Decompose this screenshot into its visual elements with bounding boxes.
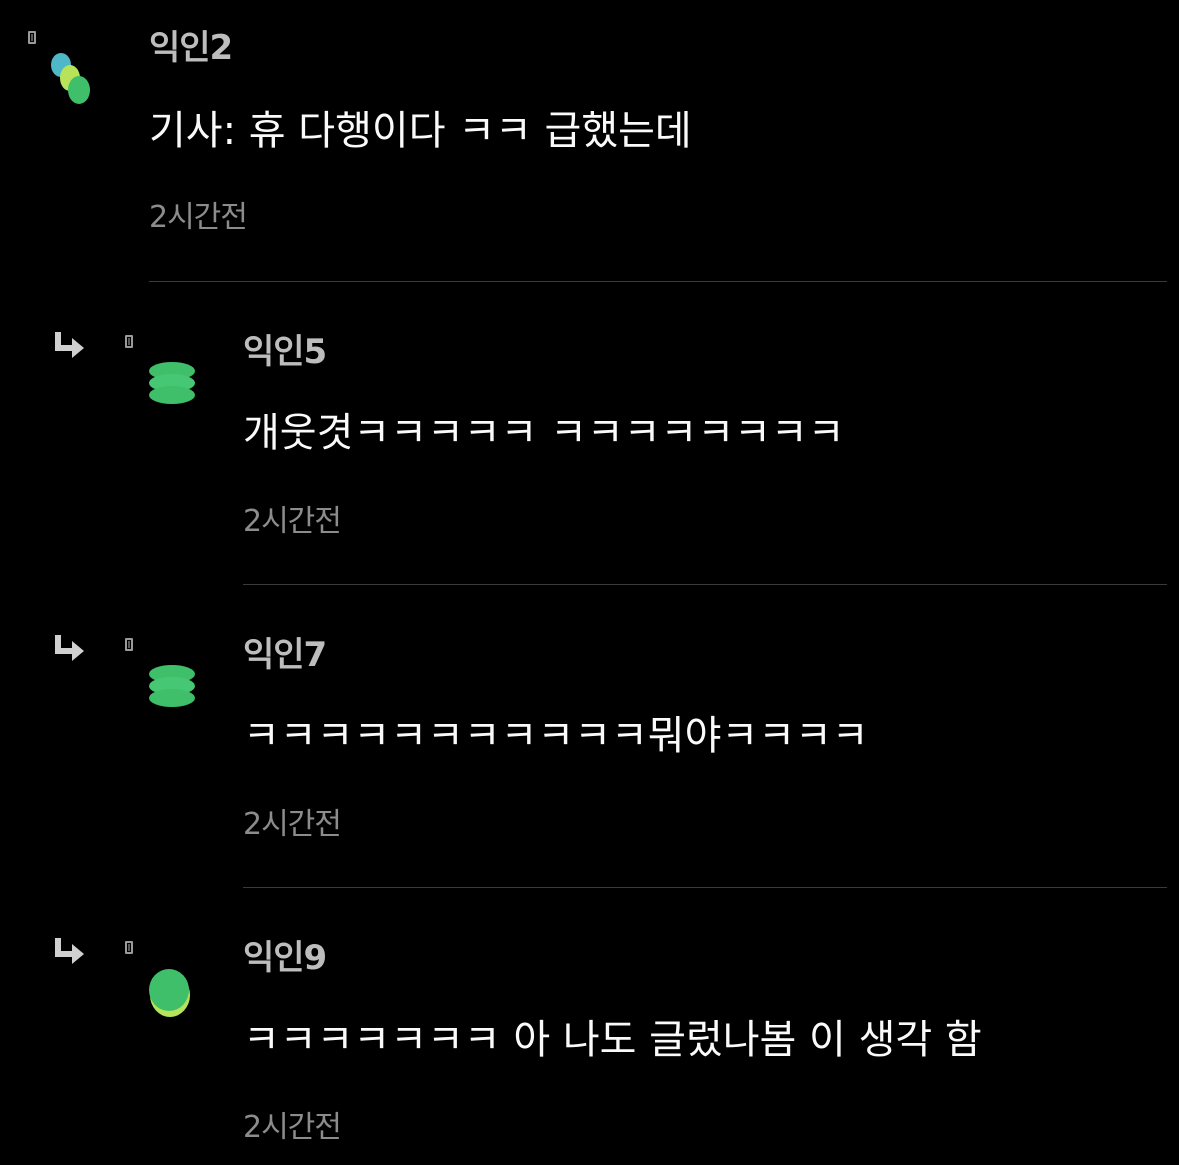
avatar-icon[interactable] [146, 663, 198, 711]
checkbox-icon[interactable] [125, 941, 133, 954]
comment-timestamp: 2시간전 [243, 1110, 342, 1145]
comment-divider [243, 887, 1167, 888]
comment-author[interactable]: 익인7 [243, 635, 327, 675]
reply-arrow-icon [55, 938, 84, 964]
comment-timestamp: 2시간전 [243, 807, 342, 842]
comment-text: ㅋㅋㅋㅋㅋㅋㅋㅋㅋㅋㅋ뭐야ㅋㅋㅋㅋ [243, 713, 869, 759]
checkbox-icon[interactable] [125, 335, 133, 348]
comment-text: 개웃겻ㅋㅋㅋㅋㅋ ㅋㅋㅋㅋㅋㅋㅋㅋ [243, 410, 845, 456]
comment-author[interactable]: 익인5 [243, 332, 327, 372]
comment-divider [149, 281, 1167, 282]
comment-author[interactable]: 익인9 [243, 938, 327, 978]
reply-arrow-icon [55, 332, 84, 358]
avatar-icon[interactable] [48, 50, 98, 110]
avatar-icon[interactable] [146, 360, 198, 408]
comment-timestamp: 2시간전 [149, 200, 248, 235]
comment-divider [243, 584, 1167, 585]
comment-text: ㅋㅋㅋㅋㅋㅋㅋ 아 나도 글렀나봄 이 생각 함 [243, 1017, 982, 1063]
checkbox-icon[interactable] [28, 31, 36, 44]
avatar-icon[interactable] [146, 962, 194, 1020]
checkbox-icon[interactable] [125, 638, 133, 651]
reply-arrow-icon [55, 635, 84, 661]
comment-timestamp: 2시간전 [243, 504, 342, 539]
comment-text: 기사: 휴 다행이다 ㅋㅋ 급했는데 [149, 108, 692, 154]
comment-author[interactable]: 익인2 [149, 28, 233, 68]
